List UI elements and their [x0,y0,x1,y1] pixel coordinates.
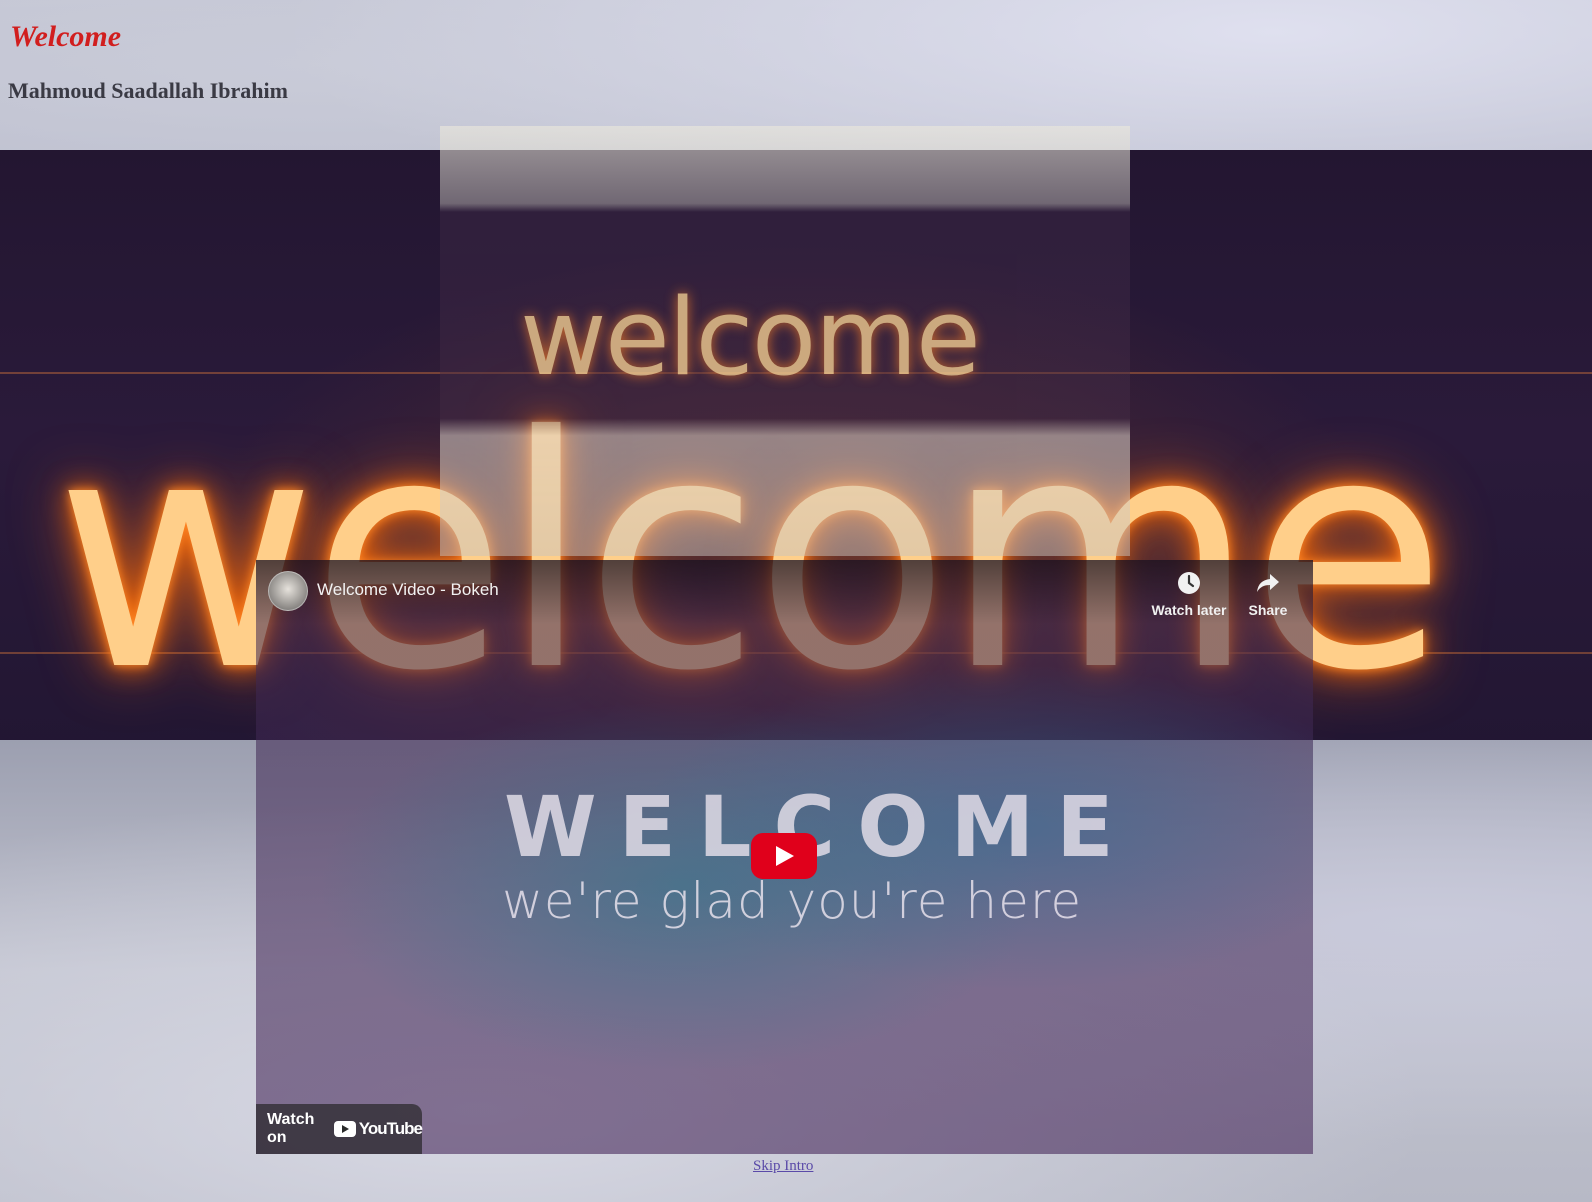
welcome-image: welcome [440,126,1130,556]
watch-on-youtube-button[interactable]: Watch on YouTube [256,1104,423,1154]
youtube-wordmark: YouTube [358,1119,423,1138]
clock-icon [1178,572,1200,594]
author-name: Mahmoud Saadallah Ibrahim [8,78,288,103]
video-headline: WELCOME [504,778,1136,876]
share-arrow-icon [1257,574,1279,592]
play-button[interactable] [751,833,817,879]
video-tagline: we're glad you're here [502,872,1083,930]
video-embed[interactable]: Welcome Video - Bokeh Watch later Share … [256,560,1313,1154]
channel-avatar[interactable] [268,571,308,611]
skip-intro-link[interactable]: Skip Intro [753,1158,813,1175]
youtube-logo: YouTube [333,1119,423,1139]
share-label: Share [1248,602,1288,618]
welcome-image-word: welcome [520,276,981,399]
watch-on-label: Watch on [267,1111,315,1146]
page-title: Welcome [10,20,122,53]
play-icon [776,846,794,866]
video-title-link[interactable]: Welcome Video - Bokeh [317,580,499,600]
watch-later-button[interactable]: Watch later [1149,570,1229,618]
watch-later-label: Watch later [1151,602,1227,618]
youtube-play-icon [333,1121,356,1137]
share-button[interactable]: Share [1228,570,1308,618]
